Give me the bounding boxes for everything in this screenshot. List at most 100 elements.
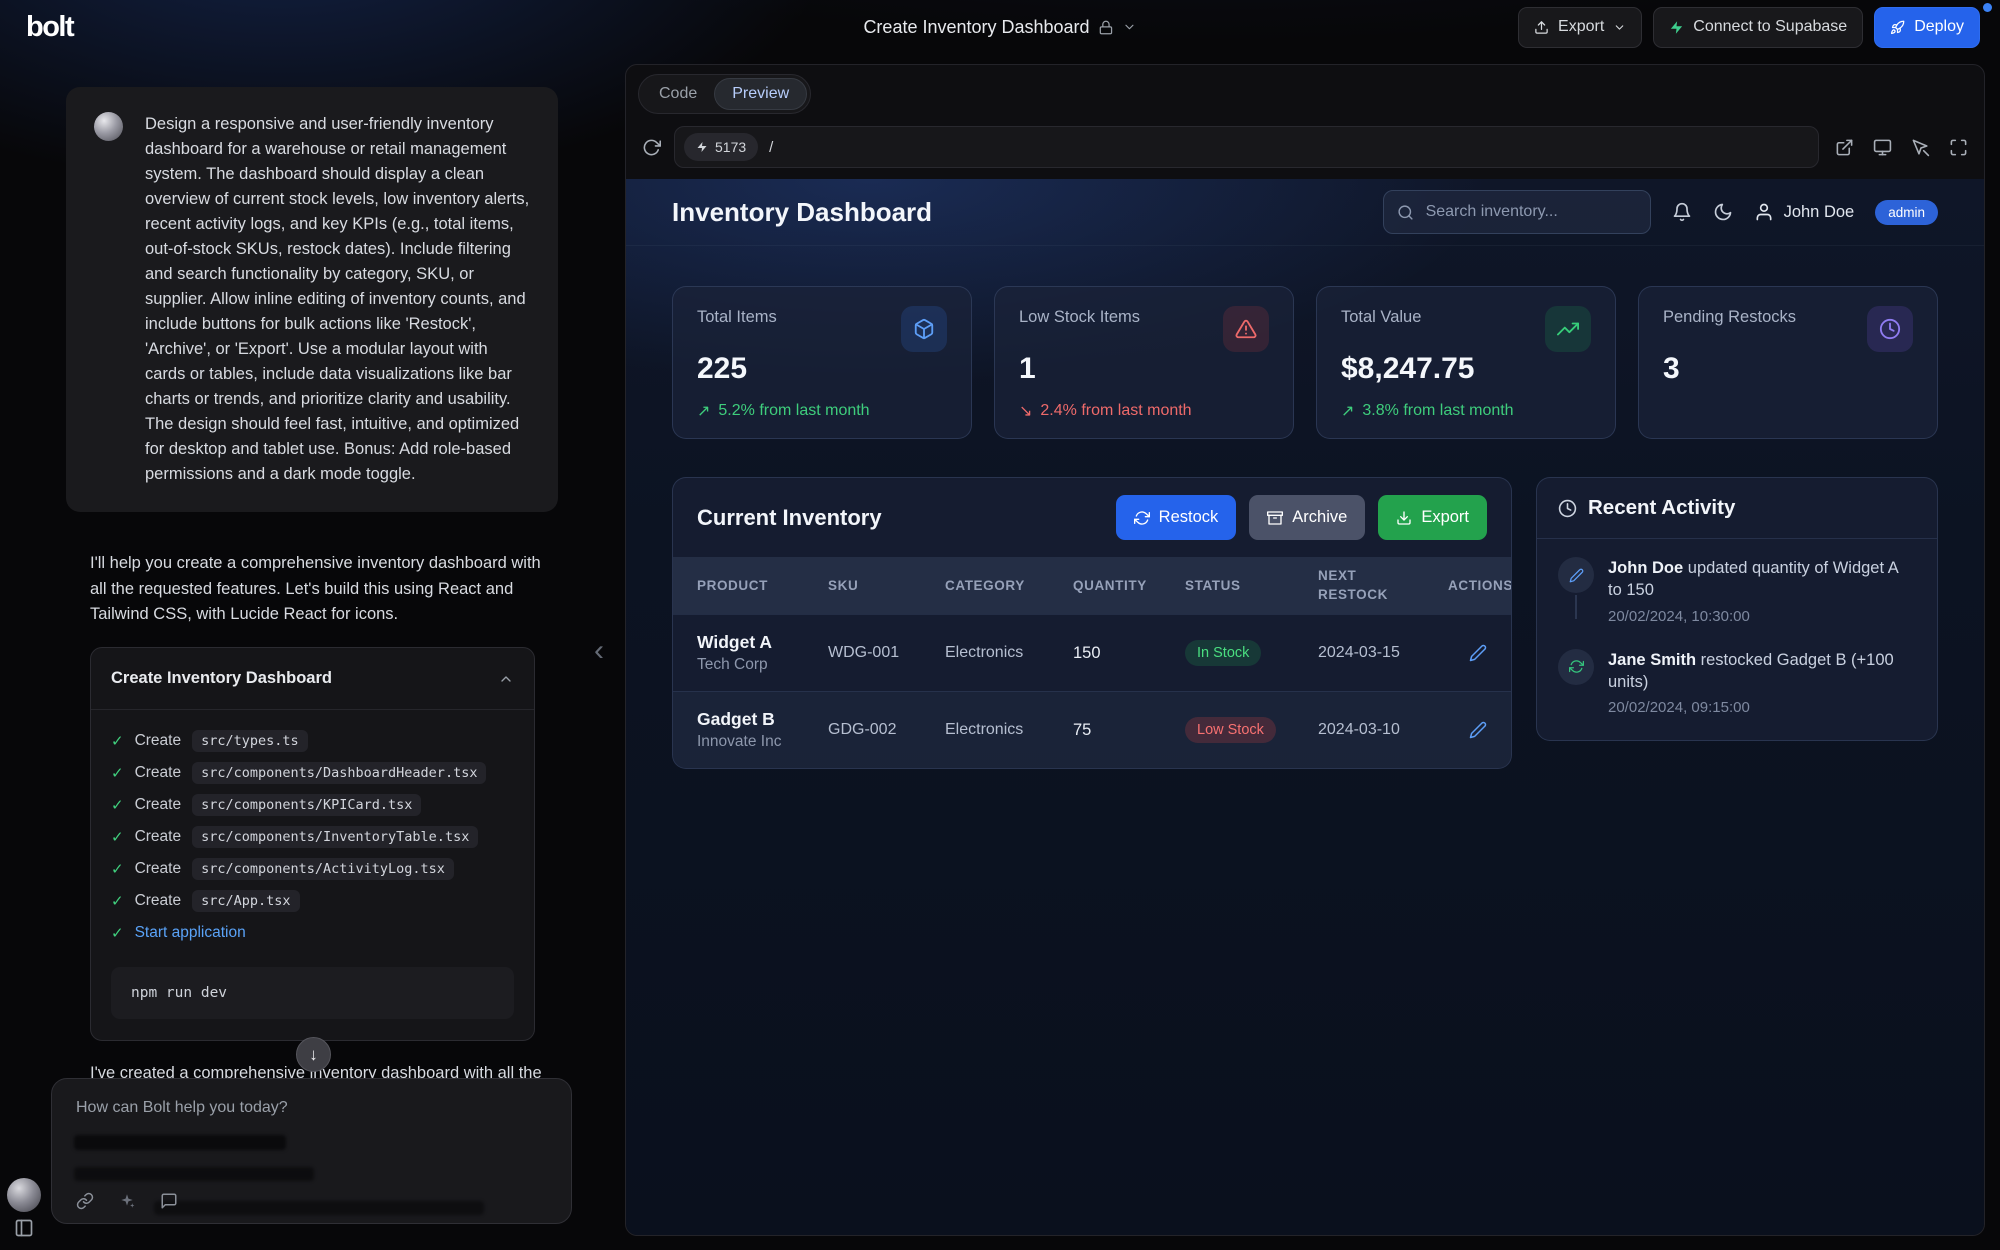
task-card-header[interactable]: Create Inventory Dashboard — [91, 648, 534, 709]
column-header: NEXT RESTOCK — [1318, 567, 1404, 603]
redacted-text — [154, 1201, 484, 1215]
restock-activity-icon — [1558, 649, 1594, 685]
dark-mode-toggle-icon[interactable] — [1713, 202, 1733, 222]
inventory-title: Current Inventory — [697, 505, 882, 531]
check-icon: ✓ — [111, 924, 124, 942]
file-chip[interactable]: src/App.tsx — [192, 890, 299, 912]
bolt-workspace: bolt Create Inventory Dashboard Export — [0, 0, 2000, 1250]
file-chip[interactable]: src/types.ts — [192, 730, 308, 752]
file-chip[interactable]: src/components/DashboardHeader.tsx — [192, 762, 486, 784]
app-header: Inventory Dashboard — [626, 179, 1984, 246]
scroll-to-bottom-button[interactable]: ↓ — [296, 1037, 331, 1072]
category-cell: Electronics — [945, 721, 1073, 739]
activity-title: Recent Activity — [1588, 496, 1735, 520]
link-icon[interactable] — [76, 1192, 94, 1210]
archive-button[interactable]: Archive — [1249, 495, 1365, 540]
preview-url-row: 5173 / — [626, 119, 1984, 179]
export-button[interactable]: Export — [1518, 7, 1642, 48]
preview-app: Inventory Dashboard — [626, 179, 1984, 1235]
file-chip[interactable]: src/components/ActivityLog.tsx — [192, 858, 454, 880]
check-icon: ✓ — [111, 732, 124, 750]
trending-up-icon — [1545, 306, 1591, 352]
task-step: ✓ Create src/types.ts — [111, 725, 514, 757]
inventory-search[interactable] — [1383, 190, 1651, 234]
bell-icon[interactable] — [1672, 202, 1692, 222]
user-chip[interactable]: John Doe — [1754, 202, 1855, 222]
kpi-card-low-stock: Low Stock Items 1 ↘ 2.4% from last month — [994, 286, 1294, 439]
activity-header: Recent Activity — [1537, 478, 1937, 539]
table-row: Widget A Tech Corp WDG-001 Electronics 1… — [673, 614, 1511, 691]
trend-down-icon: ↘ — [1019, 401, 1032, 421]
activity-actor: John Doe — [1608, 559, 1683, 577]
sidebar-toggle-icon[interactable] — [14, 1218, 34, 1238]
column-header: SKU — [828, 578, 945, 593]
device-preview-icon[interactable] — [1873, 138, 1892, 157]
workbench-panel: Code Preview 5173 / — [625, 64, 1985, 1236]
project-title-dropdown[interactable]: Create Inventory Dashboard — [863, 0, 1136, 54]
reload-icon[interactable] — [642, 138, 661, 157]
user-prompt-text: Design a responsive and user-friendly in… — [145, 112, 530, 487]
connect-supabase-button[interactable]: Connect to Supabase — [1653, 7, 1863, 48]
role-badge: admin — [1875, 200, 1938, 225]
current-inventory-card: Current Inventory Restock — [672, 477, 1512, 769]
quantity-cell[interactable]: 150 — [1073, 644, 1185, 663]
file-chip[interactable]: src/components/InventoryTable.tsx — [192, 826, 478, 848]
column-header: QUANTITY — [1073, 578, 1185, 593]
product-name: Widget A — [697, 632, 828, 653]
step-label: Create — [135, 796, 182, 814]
lock-icon — [1099, 20, 1114, 35]
tab-preview[interactable]: Preview — [714, 78, 807, 110]
app-title: Inventory Dashboard — [672, 197, 932, 228]
kpi-label: Pending Restocks — [1663, 308, 1796, 327]
export-csv-button[interactable]: Export — [1378, 495, 1487, 540]
task-step: ✓ Create src/components/DashboardHeader.… — [111, 757, 514, 789]
check-icon: ✓ — [111, 892, 124, 910]
edit-row-icon[interactable] — [1469, 644, 1487, 662]
main-content: Current Inventory Restock — [672, 477, 1938, 769]
activity-timestamp: 20/02/2024, 09:15:00 — [1608, 699, 1916, 716]
start-application-link[interactable]: Start application — [135, 924, 246, 942]
kpi-trend: ↘ 2.4% from last month — [1019, 401, 1269, 421]
user-message: Design a responsive and user-friendly in… — [66, 87, 558, 512]
file-chip[interactable]: src/components/KPICard.tsx — [192, 794, 421, 816]
preview-actions — [1832, 138, 1968, 157]
kpi-label: Low Stock Items — [1019, 308, 1140, 327]
step-label: Create — [135, 860, 182, 878]
restock-button[interactable]: Restock — [1116, 495, 1237, 540]
project-title: Create Inventory Dashboard — [863, 17, 1089, 38]
tab-code[interactable]: Code — [642, 79, 714, 109]
kpi-card-total-value: Total Value $8,247.75 ↗ 3.8% from last m… — [1316, 286, 1616, 439]
activity-list: John Doe updated quantity of Widget A to… — [1537, 539, 1937, 740]
inspector-off-icon[interactable] — [1911, 138, 1930, 157]
quantity-cell[interactable]: 75 — [1073, 721, 1185, 740]
edit-row-icon[interactable] — [1469, 721, 1487, 739]
open-external-icon[interactable] — [1835, 138, 1854, 157]
status-badge: Low Stock — [1185, 717, 1276, 743]
column-header: PRODUCT — [697, 578, 828, 593]
collapse-chat-chevron[interactable]: ‹ — [594, 634, 604, 668]
chat-bubble-icon[interactable] — [160, 1192, 178, 1210]
kpi-trend: ↗ 3.8% from last month — [1341, 401, 1591, 421]
trend-up-icon: ↗ — [697, 401, 710, 421]
alert-triangle-icon — [1223, 306, 1269, 352]
preview-address-bar[interactable]: 5173 / — [674, 126, 1819, 168]
search-icon — [1397, 204, 1414, 221]
sparkles-icon[interactable] — [118, 1192, 136, 1210]
chat-input-panel[interactable] — [51, 1078, 572, 1224]
recent-activity-card: Recent Activity John Doe updated quantit… — [1536, 477, 1938, 741]
check-icon: ✓ — [111, 828, 124, 846]
port-pill[interactable]: 5173 — [684, 133, 758, 161]
account-avatar[interactable] — [7, 1178, 41, 1212]
chevron-up-icon[interactable] — [498, 671, 514, 687]
deploy-button[interactable]: Deploy — [1874, 7, 1980, 48]
fullscreen-icon[interactable] — [1949, 138, 1968, 157]
search-input[interactable] — [1424, 202, 1637, 222]
check-icon: ✓ — [111, 796, 124, 814]
terminal-command: npm run dev — [111, 967, 514, 1019]
product-supplier: Tech Corp — [697, 656, 828, 674]
clock-icon — [1867, 306, 1913, 352]
url-path: / — [769, 139, 773, 156]
check-icon: ✓ — [111, 860, 124, 878]
task-step: ✓ Create src/components/InventoryTable.t… — [111, 821, 514, 853]
chat-input[interactable] — [74, 1098, 553, 1118]
